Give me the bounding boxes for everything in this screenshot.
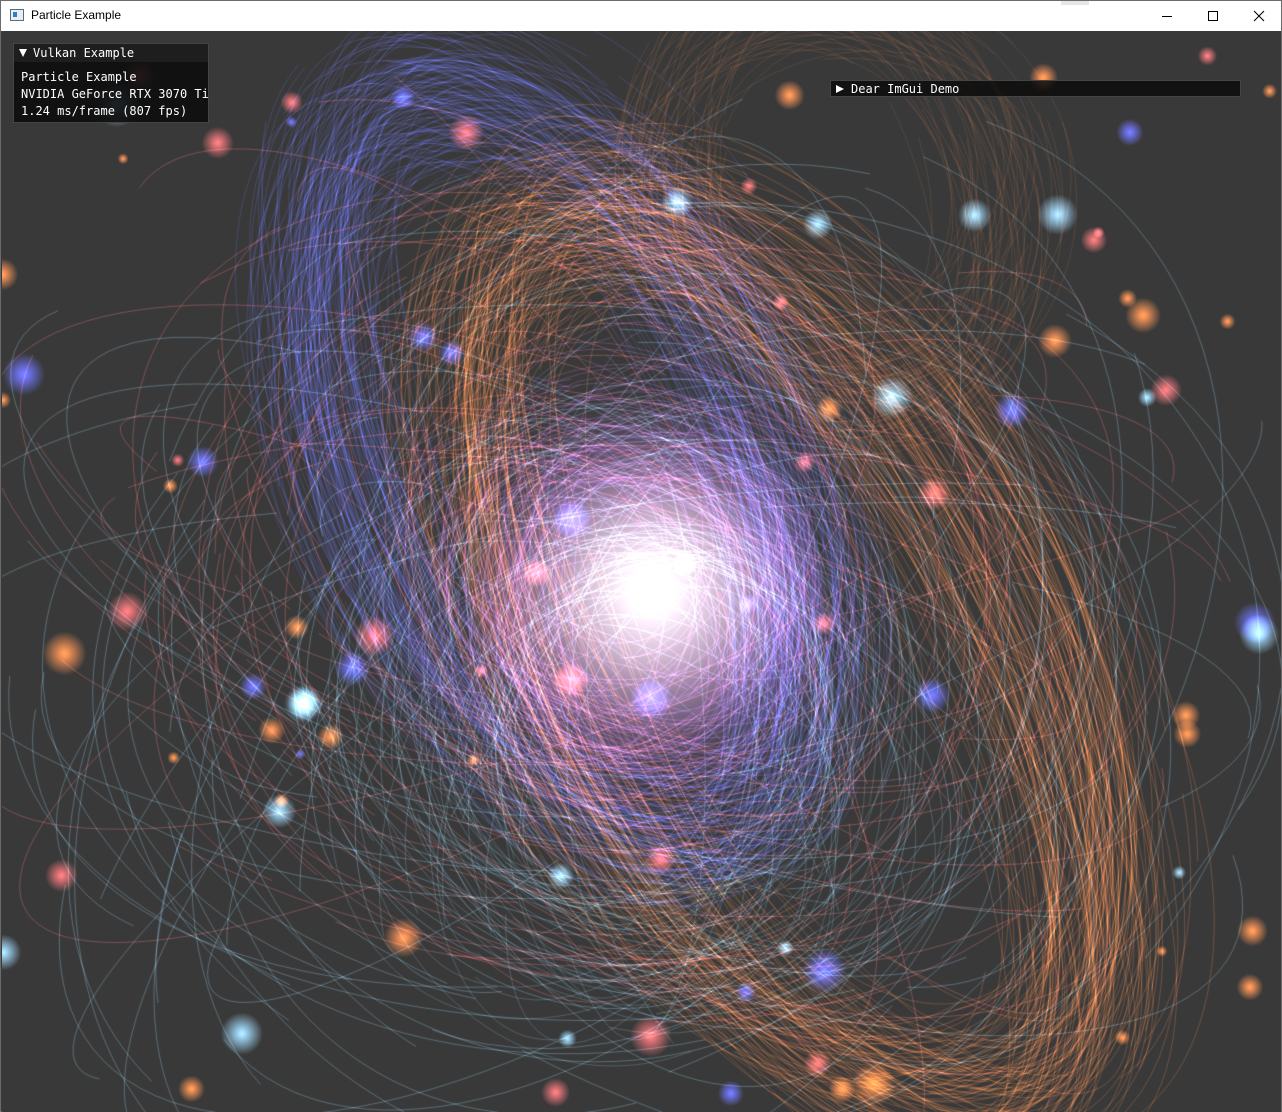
maximize-button[interactable] (1190, 1, 1236, 31)
app-window: Particle Example Vulkan Example Particle… (0, 0, 1282, 1112)
overlay-header[interactable]: Vulkan Example (14, 44, 208, 62)
frame-stats-text: 1.24 ms/frame (807 fps) (21, 104, 188, 118)
minimize-icon (1162, 16, 1172, 17)
demo-window-title: Dear ImGui Demo (851, 81, 960, 96)
vulkan-example-overlay[interactable]: Vulkan Example Particle Example NVIDIA G… (13, 43, 209, 123)
gpu-name-text: NVIDIA GeForce RTX 3070 Ti (21, 87, 209, 101)
particle-scene[interactable] (2, 31, 1281, 1112)
window-title: Particle Example (31, 8, 122, 22)
app-name-text: Particle Example (21, 70, 137, 84)
imgui-demo-window[interactable]: Dear ImGui Demo (830, 80, 1241, 97)
overlay-title: Vulkan Example (33, 46, 135, 60)
minimize-button[interactable] (1144, 1, 1190, 31)
close-button[interactable] (1236, 1, 1282, 31)
render-viewport[interactable]: Vulkan Example Particle Example NVIDIA G… (2, 31, 1281, 1112)
app-window-icon (10, 9, 24, 21)
close-icon (1253, 10, 1265, 22)
title-bar-grip (1061, 1, 1089, 5)
collapse-arrow-icon[interactable] (19, 49, 27, 57)
title-bar[interactable]: Particle Example (1, 1, 1281, 31)
maximize-icon (1208, 11, 1218, 21)
expand-arrow-icon[interactable] (836, 84, 844, 93)
